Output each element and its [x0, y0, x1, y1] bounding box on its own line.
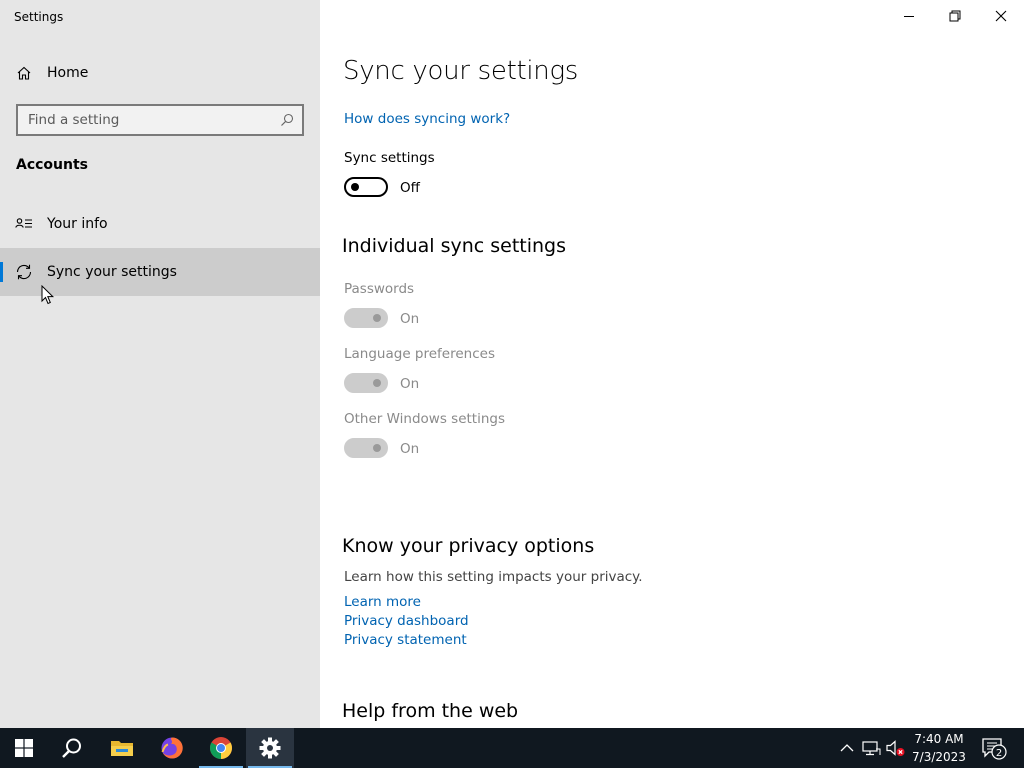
settings-icon — [259, 737, 281, 759]
sync-settings-state: Off — [400, 180, 420, 196]
chrome-icon — [210, 737, 232, 759]
home-icon — [17, 66, 31, 80]
taskbar-search-button[interactable] — [48, 728, 96, 768]
firefox-button[interactable] — [148, 728, 196, 768]
sync-icon — [16, 264, 32, 280]
volume-muted-icon[interactable] — [885, 738, 905, 758]
sidebar-item-your-info[interactable]: Your info — [0, 200, 320, 248]
file-explorer-icon — [111, 741, 133, 756]
language-preferences-state: On — [400, 376, 420, 392]
other-windows-settings-label: Other Windows settings — [344, 411, 506, 427]
passwords-label: Passwords — [344, 281, 415, 297]
chevron-up-icon[interactable] — [837, 738, 857, 758]
search-box[interactable] — [16, 104, 304, 136]
sync-settings-label: Sync settings — [344, 150, 435, 166]
section-heading: Accounts — [16, 157, 89, 173]
other-windows-settings-toggle[interactable] — [344, 438, 388, 458]
passwords-state: On — [400, 311, 420, 327]
toggle-knob — [351, 183, 359, 191]
sidebar-item-label: Sync your settings — [47, 264, 177, 280]
home-label: Home — [47, 65, 89, 81]
clock[interactable]: 7:40 AM 7/3/2023 — [908, 730, 970, 766]
sidebar-item-label: Your info — [47, 216, 108, 232]
passwords-toggle[interactable] — [344, 308, 388, 328]
privacy-description: Learn how this setting impacts your priv… — [344, 569, 643, 585]
search-icon — [62, 738, 81, 758]
toggle-knob — [373, 444, 381, 452]
toggle-knob — [373, 379, 381, 387]
mouse-cursor-icon — [41, 285, 55, 305]
notification-icon: 2 — [982, 738, 1007, 760]
sidebar: Settings Home Accounts Your info Sync yo… — [0, 0, 320, 728]
privacy-dashboard-link[interactable]: Privacy dashboard — [344, 613, 469, 629]
nav-home[interactable]: Home — [0, 56, 320, 90]
clock-time: 7:40 AM — [914, 732, 964, 746]
close-icon — [995, 10, 1007, 22]
restore-button[interactable] — [932, 0, 978, 32]
minimize-icon — [904, 16, 914, 17]
firefox-icon — [161, 737, 183, 759]
page-title: Sync your settings — [343, 56, 579, 86]
toggle-knob — [373, 314, 381, 322]
privacy-heading: Know your privacy options — [342, 535, 595, 557]
taskbar: 7:40 AM 7/3/2023 2 — [0, 728, 1024, 768]
settings-button[interactable] — [246, 728, 294, 768]
action-center-button[interactable]: 2 — [980, 736, 1008, 760]
sync-settings-toggle[interactable] — [344, 177, 388, 197]
language-preferences-toggle[interactable] — [344, 373, 388, 393]
notification-count: 2 — [996, 748, 1002, 759]
search-input[interactable] — [18, 106, 302, 134]
privacy-statement-link[interactable]: Privacy statement — [344, 632, 467, 648]
restore-icon — [949, 10, 961, 22]
help-heading: Help from the web — [342, 700, 519, 722]
start-icon — [15, 739, 33, 757]
search-icon[interactable] — [280, 113, 294, 127]
chrome-button[interactable] — [197, 728, 245, 768]
network-icon[interactable] — [861, 738, 881, 758]
close-button[interactable] — [978, 0, 1024, 32]
minimize-button[interactable] — [886, 0, 932, 32]
app-title: Settings — [14, 10, 64, 24]
individual-sync-heading: Individual sync settings — [342, 235, 567, 257]
learn-more-link[interactable]: Learn more — [344, 594, 421, 610]
language-preferences-label: Language preferences — [344, 346, 495, 362]
main-content: Sync your settings How does syncing work… — [320, 0, 1024, 728]
other-windows-settings-state: On — [400, 441, 420, 457]
person-list-icon — [15, 218, 32, 228]
clock-date: 7/3/2023 — [912, 750, 966, 764]
how-syncing-works-link[interactable]: How does syncing work? — [344, 111, 510, 127]
file-explorer-button[interactable] — [98, 728, 146, 768]
start-button[interactable] — [0, 728, 48, 768]
